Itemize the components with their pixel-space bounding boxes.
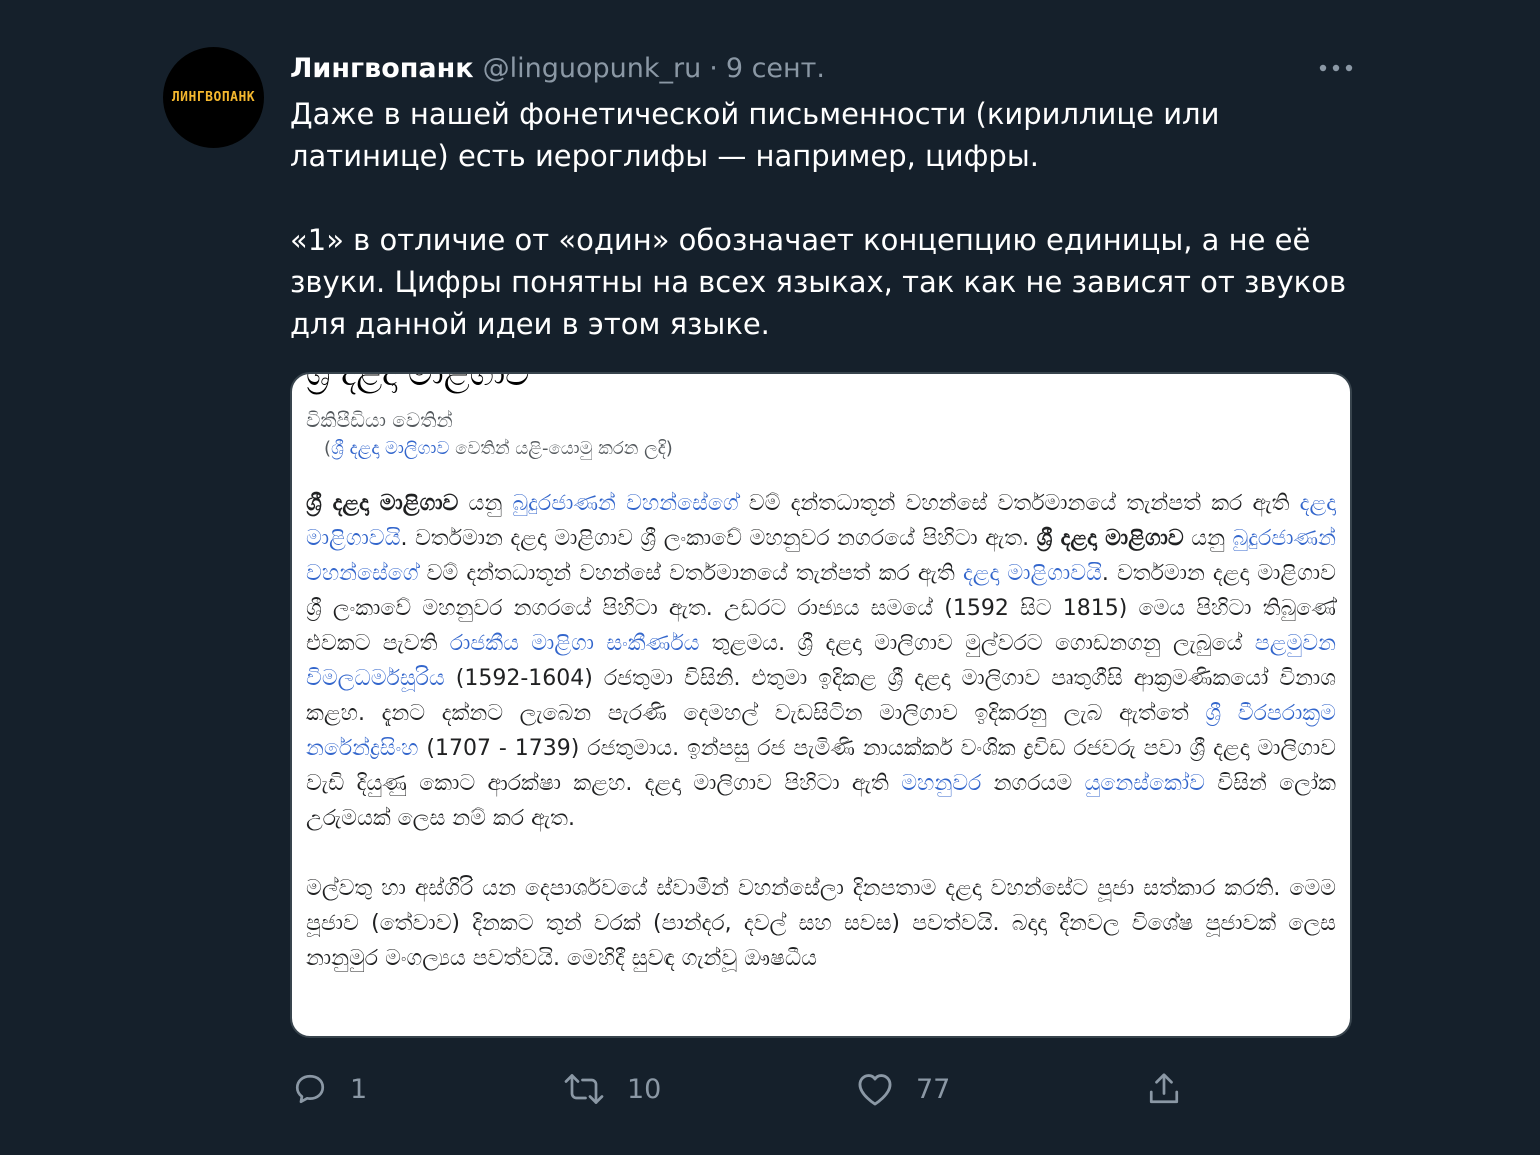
author-handle[interactable]: @linguopunk_ru [483,53,702,84]
retweet-count: 10 [627,1073,662,1105]
share-icon [1149,1073,1179,1104]
wiki-redirect-link: ශ්‍රී දළදා මාලිගාව [331,438,450,459]
wiki-redirect-note: (ශ්‍රී දළදා මාලිගාව වෙතින් යළි-යොමු කරන … [324,438,673,459]
tweet-date[interactable]: 9 сент. [726,53,825,84]
wiki-text: යනු [458,491,513,516]
share-button[interactable] [1146,1064,1182,1114]
retweet-icon [564,1074,604,1104]
wiki-bold-term: ශ්‍රී දළදා මාළිගාව [306,491,459,516]
wiki-link: බුදුරජාණන් වහන්සේගේ [512,491,739,516]
more-horizontal-icon [1319,64,1353,72]
wiki-text: (1592-1604) රජතුමා විසිනි. එතුමා ඉදිකළ ශ… [306,666,1336,726]
reply-button[interactable]: 1 [292,1064,367,1114]
tweet-header: Лингвопанк @linguopunk_ru · 9 сент. [290,46,825,90]
wiki-text: වම් දන්තධාතූන් වහන්සේ වර්තමානයේ තැන්පත් … [418,561,963,586]
wiki-text: නගරයම [981,771,1085,796]
header-separator: · [709,52,718,84]
wiki-text: යනු [1183,526,1233,551]
reply-icon [295,1074,325,1104]
wiki-link: මහනුවර [901,771,982,796]
wiki-link: දළදා මාළිගාවයි [962,561,1102,586]
wiki-text: . වර්තමාන දළදා මාළිගාව ශ්‍රී ලංකාවේ මහනු… [400,526,1037,551]
tweet-text: Даже в нашей фонетической письменности (… [290,93,1350,345]
tweet-paragraph-2: «1» в отличие от «один» обозначает конце… [290,223,1347,341]
wiki-article-body: ශ්‍රී දළදා මාළිගාව යනු බුදුරජාණන් වහන්සේ… [306,486,1336,976]
retweet-button[interactable]: 10 [563,1064,661,1114]
reply-count: 1 [350,1073,368,1105]
avatar-logo-text: ЛИНГВОПАНК [171,90,256,105]
wiki-redirect-rest: වෙතින් යළි-යොමු කරන ලදි) [449,438,673,459]
wiki-link: යුනෙස්කෝව [1084,771,1205,796]
tweet-media-image[interactable]: ශ්‍රී දළදා මාළිගාව විකිපීඩියා වෙතින් (ශ්… [290,372,1352,1038]
wiki-paragraph-1: ශ්‍රී දළදා මාළිගාව යනු බුදුරජාණන් වහන්සේ… [306,486,1336,836]
wiki-bold-term: ශ්‍රී දළදා මාළිගාව [1036,526,1184,551]
like-button[interactable]: 77 [856,1064,950,1114]
avatar[interactable]: ЛИНГВОПАНК [163,47,264,148]
like-count: 77 [916,1073,951,1105]
wiki-text: වම් දන්තධාතූන් වහන්සේ වර්තමානයේ තැන්පත් … [738,491,1300,516]
wiki-article-title: ශ්‍රී දළදා මාළිගාව [306,372,530,394]
tweet-actions-bar: 1 10 77 [0,1064,1540,1114]
heart-icon [858,1074,892,1106]
wiki-from-line: විකිපීඩියා වෙතින් [306,408,453,432]
wiki-paragraph-2: මල්වතු හා අස්ගිරි යන දෙපාර්ශවයේ ස්වාමීන්… [306,876,1336,971]
wiki-link: රාජකීය මාළිගා සංකීර්ණය [449,631,700,656]
wiki-text: තුළමය. ශ්‍රී දළදා මාලිගාව මුල්වරට ගොඩනගන… [699,631,1255,656]
wiki-redirect-open: ( [324,438,332,459]
author-name[interactable]: Лингвопанк [290,53,474,84]
tweet-paragraph-1: Даже в нашей фонетической письменности (… [290,97,1220,173]
more-button[interactable] [1312,52,1360,84]
